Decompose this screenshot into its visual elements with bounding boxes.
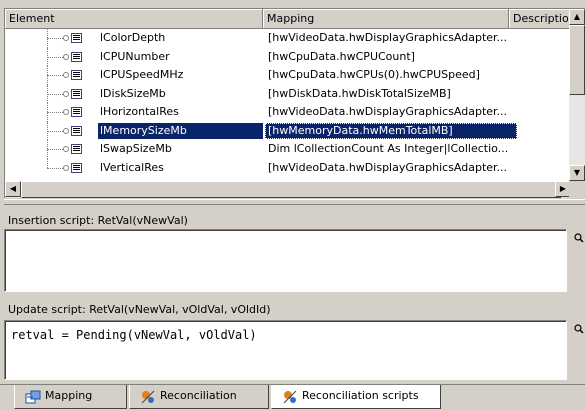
mapping-value: [hwMemoryData.hwMemTotalMB] xyxy=(268,123,453,137)
pane-splitter[interactable] xyxy=(4,199,585,205)
vertical-scrollbar[interactable]: ▲ ▼ xyxy=(569,9,585,181)
table-row[interactable]: lCPUNumber [hwCpuData.hwCPUCount] xyxy=(5,47,571,66)
element-name: lColorDepth xyxy=(100,31,166,44)
grid-header: Element Mapping Description xyxy=(5,9,585,29)
column-header-description[interactable]: Description xyxy=(509,9,571,28)
tab-mapping-label: Mapping xyxy=(45,389,93,402)
node-key-icon xyxy=(63,53,69,60)
element-name: lMemorySizeMb xyxy=(100,123,187,137)
reconciliation-window: Element Mapping Description lColorDepth [… xyxy=(0,0,585,410)
horizontal-scrollbar[interactable]: ◀ ▶ xyxy=(5,181,571,198)
insertion-script-label: Insertion script: RetVal(vNewVal) xyxy=(8,214,188,227)
mapping-value: [hwVideoData.hwDisplayGraphicsAdapter... xyxy=(268,105,508,118)
reconciliation-icon xyxy=(141,390,155,404)
column-header-mapping[interactable]: Mapping xyxy=(263,9,509,28)
scrollbar-corner xyxy=(569,181,585,198)
element-name: lVerticalRes xyxy=(100,160,164,174)
insertion-script-editor[interactable] xyxy=(4,229,567,292)
element-name: lHorizontalRes xyxy=(100,105,179,118)
table-row[interactable]: lMemorySizeMb [hwMemoryData.hwMemTotalMB] xyxy=(5,121,571,140)
element-name: lDiskSizeMb xyxy=(100,86,166,100)
tree-line xyxy=(47,158,48,168)
scroll-up-icon[interactable]: ▲ xyxy=(569,9,585,25)
node-key-icon xyxy=(63,90,69,97)
update-zoom-icon[interactable] xyxy=(573,322,585,336)
mapping-value: Dim lCollectionCount As Integer|lCollect… xyxy=(268,142,509,155)
node-key-icon xyxy=(63,146,69,152)
field-icon xyxy=(71,125,82,136)
field-icon xyxy=(71,162,82,173)
scroll-left-icon[interactable]: ◀ xyxy=(5,181,21,197)
table-row[interactable]: lColorDepth [hwVideoData.hwDisplayGraphic… xyxy=(5,29,571,48)
field-icon xyxy=(71,70,82,80)
table-row[interactable]: lDiskSizeMb [hwDiskData.hwDiskTotalSizeMB… xyxy=(5,84,571,103)
column-header-element[interactable]: Element xyxy=(5,9,263,28)
element-name: lSwapSizeMb xyxy=(100,142,172,155)
insertion-zoom-icon[interactable] xyxy=(573,231,585,245)
field-icon xyxy=(71,144,82,154)
mapping-value: [hwCpuData.hwCPUs(0).hwCPUSpeed] xyxy=(268,68,480,81)
table-row[interactable]: lCPUSpeedMHz [hwCpuData.hwCPUs(0).hwCPUSp… xyxy=(5,66,571,85)
node-key-icon xyxy=(63,35,69,41)
element-name: lCPUNumber xyxy=(100,49,170,63)
tab-reconciliation[interactable]: Reconciliation xyxy=(129,385,269,409)
mapping-value: [hwCpuData.hwCPUCount] xyxy=(268,49,415,63)
mapping-value: [hwVideoData.hwDisplayGraphicsAdapter... xyxy=(268,31,508,44)
tab-reconciliation-scripts-label: Reconciliation scripts xyxy=(302,389,419,402)
node-key-icon xyxy=(63,164,69,171)
node-key-icon xyxy=(63,109,69,115)
grid-rows: lColorDepth [hwVideoData.hwDisplayGraphic… xyxy=(5,29,571,177)
field-icon xyxy=(71,51,82,62)
table-row[interactable]: lHorizontalRes [hwVideoData.hwDisplayGrap… xyxy=(5,103,571,122)
field-icon xyxy=(71,88,82,99)
tab-reconciliation-label: Reconciliation xyxy=(160,389,237,402)
element-name: lCPUSpeedMHz xyxy=(100,68,184,81)
mapping-value: [hwVideoData.hwDisplayGraphicsAdapter... xyxy=(268,160,508,174)
update-script-label: Update script: RetVal(vNewVal, vOldVal, … xyxy=(8,303,271,316)
field-icon xyxy=(71,107,82,117)
mapping-value: [hwDiskData.hwDiskTotalSizeMB] xyxy=(268,86,451,100)
table-row[interactable]: lVerticalRes [hwVideoData.hwDisplayGraphi… xyxy=(5,158,571,178)
mapping-grid[interactable]: Element Mapping Description lColorDepth [… xyxy=(4,8,585,198)
mapping-icon xyxy=(25,390,41,404)
table-row[interactable]: lSwapSizeMb Dim lCollectionCount As Integ… xyxy=(5,140,571,159)
vertical-scroll-thumb[interactable] xyxy=(569,25,585,95)
field-icon xyxy=(71,33,82,43)
horizontal-scroll-thumb[interactable] xyxy=(21,181,561,198)
scroll-down-icon[interactable]: ▼ xyxy=(569,165,585,181)
tab-reconciliation-scripts[interactable]: Reconciliation scripts xyxy=(271,385,441,409)
node-key-icon xyxy=(63,72,69,78)
tab-mapping[interactable]: Mapping xyxy=(14,385,127,409)
reconciliation-scripts-icon xyxy=(283,390,297,404)
tab-bar: Mapping Reconciliation Reconciliation sc… xyxy=(0,384,585,410)
update-script-editor[interactable]: retval = Pending(vNewVal, vOldVal) xyxy=(4,320,567,380)
node-key-icon xyxy=(63,127,69,134)
update-script-code: retval = Pending(vNewVal, vOldVal) xyxy=(11,328,257,342)
